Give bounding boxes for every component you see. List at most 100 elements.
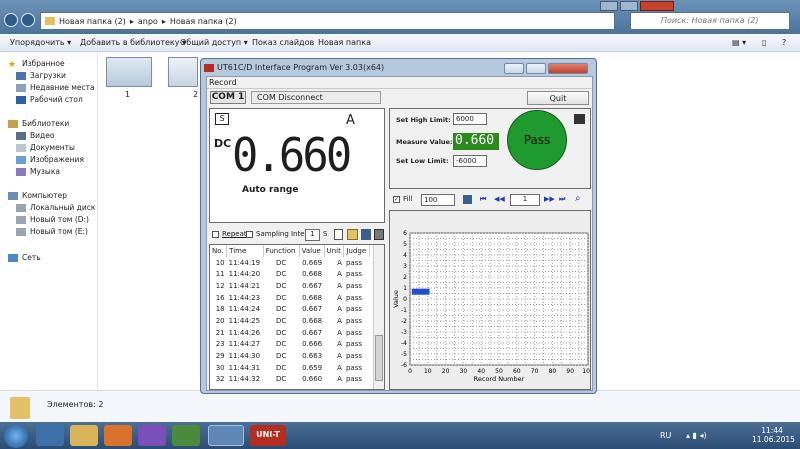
forward-icon[interactable] bbox=[21, 13, 35, 27]
table-cell: A bbox=[337, 270, 342, 279]
nav-pictures[interactable]: Изображения bbox=[16, 155, 84, 164]
table-row[interactable]: 29 11:44:30 DC 0.663 Apass bbox=[210, 350, 370, 362]
table-row[interactable]: 21 11:44:26 DC 0.667 Apass bbox=[210, 327, 370, 339]
save-icon[interactable] bbox=[361, 229, 371, 240]
nav-downloads[interactable]: Загрузки bbox=[16, 71, 66, 80]
nav-recent[interactable]: Недавние места bbox=[16, 83, 95, 92]
help-icon[interactable]: ? bbox=[782, 38, 786, 47]
save-icon[interactable] bbox=[463, 195, 472, 204]
table-row[interactable]: 10 11:44:19 DC 0.669 Apass bbox=[210, 257, 370, 269]
new-folder-button[interactable]: Новая папка bbox=[318, 38, 371, 47]
column-header[interactable]: Judge bbox=[343, 245, 370, 257]
new-icon[interactable] bbox=[334, 229, 343, 240]
scroll-thumb[interactable] bbox=[375, 335, 383, 381]
nav-drive-c[interactable]: Локальный диск (C bbox=[16, 203, 106, 212]
explorer-taskbar-icon[interactable] bbox=[70, 425, 98, 446]
table-row[interactable]: 16 11:44:23 DC 0.668 Apass bbox=[210, 292, 370, 304]
column-header[interactable]: Unit bbox=[324, 245, 345, 257]
search-input[interactable]: Поиск: Новая папка (2) bbox=[630, 12, 790, 30]
nav-computer[interactable]: Компьютер bbox=[8, 191, 67, 200]
visual-studio-icon[interactable] bbox=[138, 425, 166, 446]
app-maximize-button[interactable] bbox=[526, 63, 546, 74]
status-bar: Элементов: 2 bbox=[0, 390, 800, 422]
table-row[interactable]: 20 11:44:25 DC 0.668 Apass bbox=[210, 315, 370, 327]
breadcrumb-3[interactable]: Новая папка (2) bbox=[170, 17, 237, 26]
prev-page-icon[interactable]: ◀◀ bbox=[494, 195, 505, 203]
tray-icons[interactable]: ▴ ▮ ◂) bbox=[686, 431, 707, 440]
chart-panel: 6 5 4 3 2 1 0 -1 -2 -3 -4 -5 -6 0 10 20 30 40 50 60 70 80 90 10… bbox=[389, 210, 591, 390]
sampling-checkbox[interactable] bbox=[246, 231, 253, 238]
address-bar[interactable]: Новая папка (2) ▸ anpo ▸ Новая папка (2) bbox=[40, 12, 615, 30]
fill-checkbox[interactable]: ✓ bbox=[393, 196, 400, 203]
thumbnail-2[interactable] bbox=[168, 57, 198, 87]
menu-record[interactable]: Record bbox=[209, 78, 237, 87]
table-row[interactable]: 32 11:44:32 DC 0.660 Apass bbox=[210, 374, 370, 386]
start-button[interactable] bbox=[4, 424, 28, 448]
next-page-icon[interactable]: ▶▶ bbox=[544, 195, 555, 203]
first-page-icon[interactable]: ⏮ bbox=[480, 195, 486, 204]
quit-button[interactable]: Quit bbox=[527, 91, 589, 105]
repeat-checkbox[interactable] bbox=[212, 231, 219, 238]
table-row[interactable]: 12 11:44:21 DC 0.667 Apass bbox=[210, 280, 370, 292]
view-icon[interactable]: ▤ ▾ bbox=[732, 38, 746, 47]
table-cell: 11:44:26 bbox=[228, 328, 261, 337]
y-tick-label: 1 bbox=[403, 285, 407, 292]
close-button[interactable] bbox=[640, 1, 674, 11]
sampling-controls: Repeat Sampling Interval 1 S bbox=[209, 227, 385, 243]
column-header[interactable]: Function bbox=[263, 245, 300, 257]
language-indicator[interactable]: RU bbox=[660, 431, 671, 440]
share-button[interactable]: Общий доступ ▾ bbox=[180, 38, 248, 47]
nav-music[interactable]: Музыка bbox=[16, 167, 60, 176]
nav-video[interactable]: Видео bbox=[16, 131, 54, 140]
table-scrollbar[interactable] bbox=[373, 245, 384, 389]
table-row[interactable]: 18 11:44:24 DC 0.667 Apass bbox=[210, 303, 370, 315]
thumbnail-1[interactable] bbox=[106, 57, 152, 87]
table-cell: 16 bbox=[215, 293, 225, 302]
column-header[interactable]: No. bbox=[210, 245, 228, 257]
high-limit-input[interactable]: 6000 bbox=[453, 113, 487, 125]
nav-libraries[interactable]: Библиотеки bbox=[8, 119, 69, 128]
window-icon[interactable] bbox=[208, 425, 244, 446]
open-icon[interactable] bbox=[347, 229, 358, 240]
column-header[interactable]: Time bbox=[226, 245, 264, 257]
nav-favorites[interactable]: ★ Избранное bbox=[8, 59, 65, 70]
preview-pane-icon[interactable]: ▯ bbox=[762, 38, 766, 47]
breadcrumb-1[interactable]: Новая папка (2) bbox=[59, 17, 126, 26]
nav-drive-d[interactable]: Новый том (D:) bbox=[16, 215, 89, 224]
unit-app-button[interactable]: UNI-T bbox=[250, 425, 286, 446]
zoom-icon[interactable]: ⌕ bbox=[575, 193, 581, 204]
media-player-icon[interactable] bbox=[104, 425, 132, 446]
column-header[interactable]: Value bbox=[299, 245, 325, 257]
fill-input[interactable]: 100 bbox=[421, 194, 455, 206]
table-cell: 11:44:30 bbox=[228, 352, 261, 361]
sampling-input[interactable]: 1 bbox=[305, 229, 320, 241]
drive-icon bbox=[16, 227, 26, 236]
table-cell: pass bbox=[345, 375, 362, 384]
page-input[interactable]: 1 bbox=[510, 194, 540, 206]
nav-drive-e[interactable]: Новый том (E:) bbox=[16, 227, 88, 236]
app-minimize-button[interactable] bbox=[504, 63, 524, 74]
nav-desktop[interactable]: Рабочий стол bbox=[16, 95, 83, 104]
table-row[interactable]: 30 11:44:31 DC 0.659 Apass bbox=[210, 362, 370, 374]
breadcrumb-2[interactable]: anpo bbox=[138, 17, 158, 26]
clock[interactable]: 11:44 11.06.2015 bbox=[752, 426, 795, 444]
nav-documents[interactable]: Документы bbox=[16, 143, 75, 152]
back-icon[interactable] bbox=[4, 13, 18, 27]
organize-button[interactable]: Упорядочить ▾ bbox=[10, 38, 71, 47]
app-close-button[interactable] bbox=[548, 63, 588, 74]
slideshow-button[interactable]: Показ слайдов bbox=[252, 38, 314, 47]
add-to-library-button[interactable]: Добавить в библиотеку ▾ bbox=[80, 38, 186, 47]
table-cell: A bbox=[337, 340, 342, 349]
print-icon[interactable] bbox=[374, 229, 384, 240]
minimize-button[interactable] bbox=[600, 1, 618, 11]
chrome-icon[interactable] bbox=[172, 425, 200, 446]
table-row[interactable]: 11 11:44:20 DC 0.668 Apass bbox=[210, 268, 370, 280]
alarm-icon[interactable] bbox=[574, 114, 585, 124]
low-limit-input[interactable]: -6000 bbox=[453, 155, 487, 167]
last-page-icon[interactable]: ⏭ bbox=[559, 195, 565, 204]
ie-icon[interactable] bbox=[36, 425, 64, 446]
table-row[interactable]: 23 11:44:27 DC 0.666 Apass bbox=[210, 339, 370, 351]
nav-network[interactable]: Сеть bbox=[8, 253, 41, 262]
pass-indicator: Pass bbox=[507, 110, 567, 170]
maximize-button[interactable] bbox=[620, 1, 638, 11]
